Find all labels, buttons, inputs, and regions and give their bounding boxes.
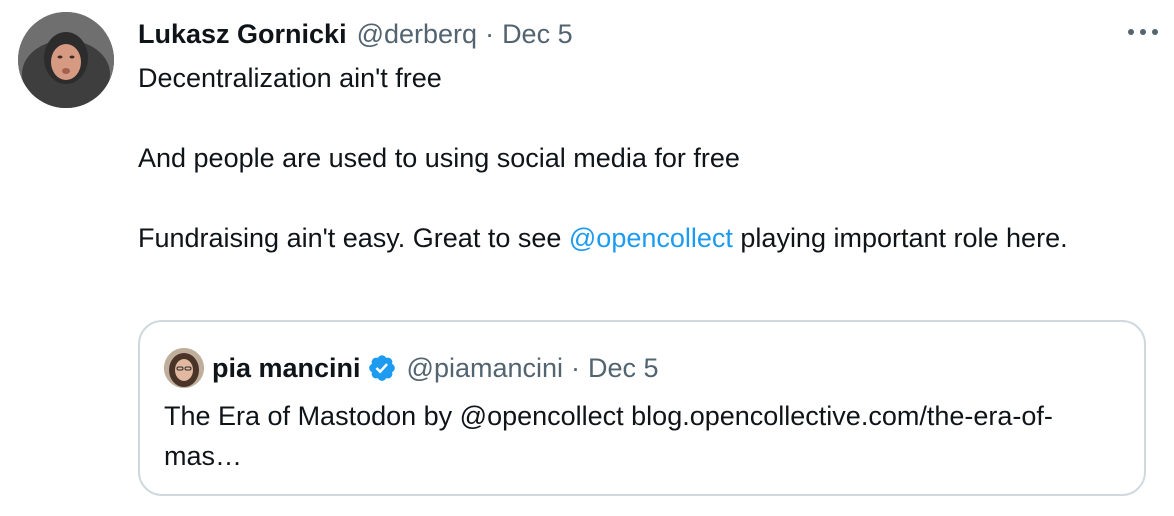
more-dot [1140, 29, 1146, 35]
quoted-author-name[interactable]: pia mancini [212, 353, 361, 384]
quoted-author-handle[interactable]: @piamancini [407, 353, 563, 384]
quoted-tweet-text: The Era of Mastodon by @opencollect blog… [164, 401, 1053, 471]
author-avatar[interactable] [18, 12, 114, 108]
tweet[interactable]: Lukasz Gornicki @derberq · Dec 5 Decentr… [0, 0, 1174, 516]
author-name[interactable]: Lukasz Gornicki [138, 19, 347, 50]
quoted-header-separator: · [571, 352, 581, 383]
author-handle[interactable]: @derberq [357, 19, 477, 50]
more-horizontal-icon[interactable] [1128, 22, 1158, 42]
quoted-tweet-header: pia mancini @piamancini · Dec 5 [212, 348, 659, 388]
more-dot [1128, 29, 1134, 35]
verified-badge-icon [368, 355, 395, 381]
tweet-date[interactable]: Dec 5 [502, 19, 573, 50]
tweet-text: Decentralization ain't free And people a… [138, 58, 1128, 258]
tweet-line-1: Decentralization ain't free [138, 63, 442, 93]
mention-link[interactable]: @opencollect [569, 223, 733, 253]
more-dot [1152, 29, 1158, 35]
header-separator: · [485, 18, 495, 49]
tweet-line-3-end: playing important role here. [732, 223, 1068, 253]
tweet-line-3: Fundraising ain't easy. Great to see @op… [138, 218, 1128, 258]
tweet-line-3-start: Fundraising ain't easy. Great to see [138, 223, 569, 253]
tweet-header: Lukasz Gornicki @derberq · Dec 5 [138, 14, 573, 54]
quoted-author-avatar[interactable] [164, 348, 204, 388]
tweet-line-2: And people are used to using social medi… [138, 143, 740, 173]
quoted-tweet[interactable]: pia mancini @piamancini · Dec 5 The Era … [138, 320, 1146, 496]
quoted-tweet-date[interactable]: Dec 5 [588, 353, 659, 384]
